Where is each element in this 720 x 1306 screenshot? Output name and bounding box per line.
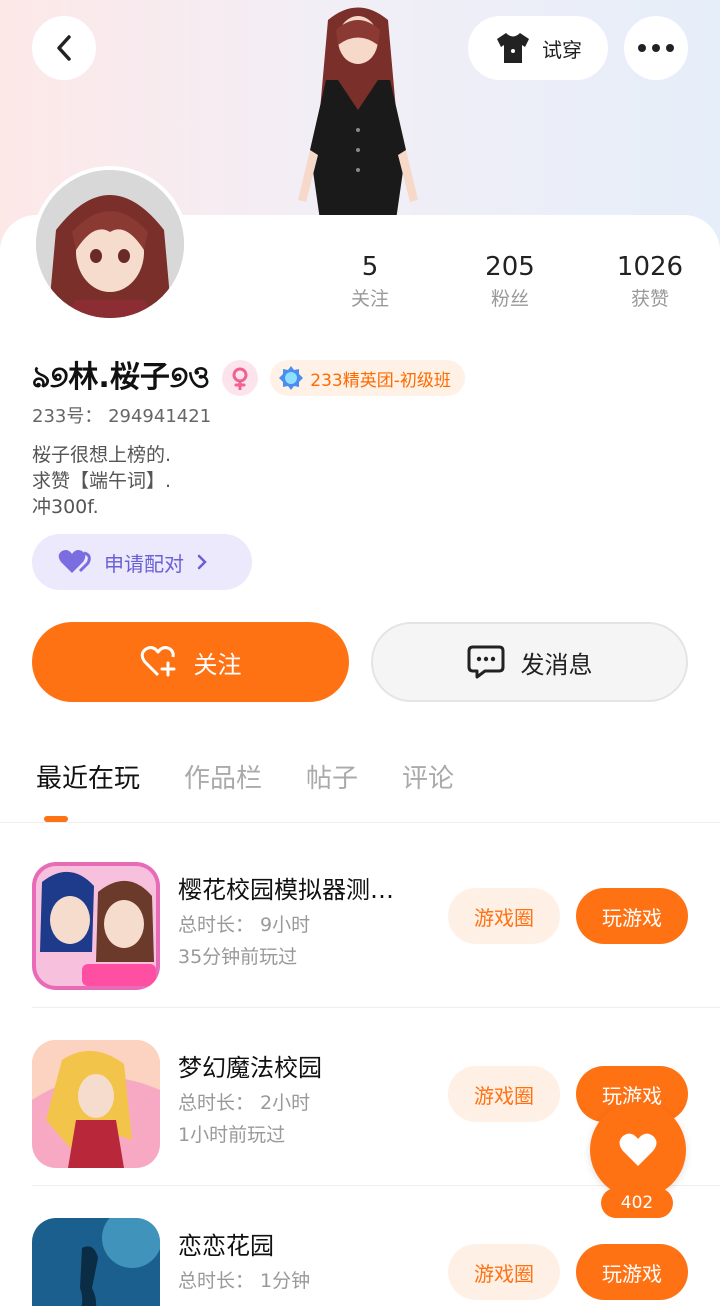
stat-fans-label: 粉丝 [490, 288, 529, 310]
follow-button[interactable]: 关注 [32, 622, 349, 702]
game-last-played: 35分钟前玩过 [178, 946, 298, 968]
game-title: 樱花校园模拟器测… [178, 876, 394, 904]
game-circle-button[interactable]: 游戏圈 [448, 1244, 560, 1300]
chevron-right-icon [197, 554, 207, 570]
club-emblem-icon [279, 366, 304, 390]
like-profile-button[interactable] [590, 1102, 686, 1198]
game-duration: 总时长： 1分钟 [178, 1270, 311, 1292]
stat-following[interactable]: 5 关注 [300, 250, 440, 314]
club-badge-label: 233精英团-初级班 [310, 370, 451, 391]
character-model-image[interactable] [278, 0, 438, 220]
play-game-button[interactable]: 玩游戏 [576, 888, 688, 944]
game-icon[interactable] [32, 1040, 160, 1168]
shirt-icon [497, 33, 529, 63]
game-icon[interactable] [32, 862, 160, 990]
chat-bubble-icon [467, 645, 504, 679]
try-on-button[interactable]: 试穿 [468, 16, 608, 80]
club-badge[interactable]: 233精英团-初级班 [270, 360, 465, 396]
profile-stats: 5 关注 205 粉丝 1026 获赞 [300, 250, 720, 314]
stat-following-label: 关注 [350, 288, 389, 310]
game-title: 恋恋花园 [178, 1232, 274, 1260]
stat-following-count: 5 [361, 252, 379, 282]
more-dots-icon [638, 44, 674, 52]
bio-line: 求赞【端午词】. [32, 470, 172, 492]
heart-icon [619, 1133, 657, 1166]
tab-works[interactable]: 作品栏 [184, 758, 262, 809]
bio-line: 冲300f. [32, 496, 99, 518]
back-button[interactable] [32, 16, 96, 80]
game-duration: 总时长： 9小时 [178, 914, 311, 936]
chevron-left-icon [57, 35, 71, 61]
stat-likes-label: 获赞 [630, 288, 669, 310]
tab-recently-played[interactable]: 最近在玩 [36, 758, 140, 809]
heart-pair-icon [58, 550, 91, 573]
nickname: ঌ୭林.桜子୭ও [32, 360, 211, 395]
bio-line: 桜子很想上榜的. [32, 444, 172, 466]
tabs-divider [0, 822, 720, 823]
game-circle-button[interactable]: 游戏圈 [448, 1066, 560, 1122]
more-button[interactable] [624, 16, 688, 80]
play-game-button[interactable]: 玩游戏 [576, 1244, 688, 1300]
game-circle-button[interactable]: 游戏圈 [448, 888, 560, 944]
tab-comments[interactable]: 评论 [402, 758, 454, 809]
send-message-button[interactable]: 发消息 [371, 622, 688, 702]
bio: 桜子很想上榜的. 求赞【端午词】. 冲300f. [32, 442, 171, 520]
tab-posts[interactable]: 帖子 [306, 758, 358, 809]
stat-likes-count: 1026 [616, 252, 684, 282]
game-title: 梦幻魔法校园 [178, 1054, 322, 1082]
name-row: ঌ୭林.桜子୭ও 233精英团-初级班 [32, 352, 465, 404]
game-list-item[interactable]: 樱花校园模拟器测… 总时长： 9小时 35分钟前玩过 游戏圈 玩游戏 [32, 830, 720, 1008]
game-last-played: 1小时前玩过 [178, 1124, 286, 1146]
follow-label: 关注 [193, 650, 242, 679]
stat-fans-count: 205 [485, 252, 535, 282]
user-id: 233号： 294941421 [32, 406, 212, 427]
like-count-badge: 402 [601, 1188, 673, 1218]
stat-fans[interactable]: 205 粉丝 [440, 250, 580, 314]
stat-likes[interactable]: 1026 获赞 [580, 250, 720, 314]
avatar[interactable] [32, 166, 188, 322]
female-gender-icon [222, 360, 259, 396]
game-icon[interactable] [32, 1218, 160, 1306]
heart-plus-icon [140, 646, 175, 677]
avatar-image [36, 170, 184, 318]
send-message-label: 发消息 [520, 650, 593, 679]
pair-request-label: 申请配对 [104, 551, 184, 576]
pair-request-button[interactable]: 申请配对 [32, 534, 252, 590]
try-on-label: 试穿 [542, 37, 582, 62]
profile-tabs: 最近在玩 作品栏 帖子 评论 [36, 758, 454, 809]
game-duration: 总时长： 2小时 [178, 1092, 311, 1114]
